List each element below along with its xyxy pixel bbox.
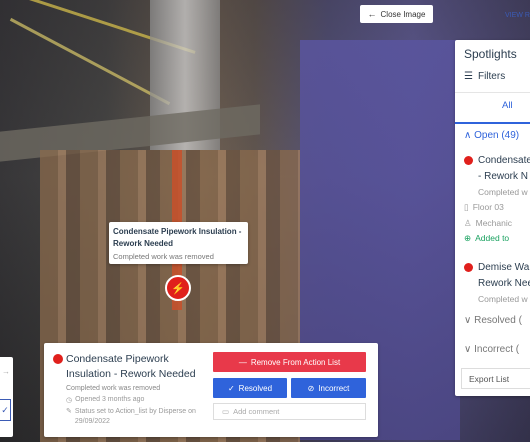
left-panel-edge: → ✓ <box>0 357 13 437</box>
export-list-button[interactable]: Export List <box>461 368 530 389</box>
open-section-toggle[interactable]: ∧ Open (49) <box>464 130 519 141</box>
floor-icon: ▯ <box>464 202 469 212</box>
item-subtitle: Completed w <box>478 187 528 197</box>
item-title-line1: Demise Wa <box>478 262 530 273</box>
minus-icon: — <box>238 357 247 367</box>
filters-label: Filters <box>477 71 506 82</box>
pin-tooltip: Condensate Pipework Insulation - Rework … <box>109 222 248 264</box>
pencil-icon: ✎ <box>66 408 72 415</box>
check-icon[interactable]: ✓ <box>0 399 11 421</box>
incorrect-section-label: Incorrect ( <box>474 344 520 355</box>
divider <box>455 92 530 93</box>
tooltip-title: Condensate Pipework Insulation - Rework … <box>113 227 242 248</box>
photo-cable <box>9 17 171 106</box>
detail-opened: ◷ Opened 3 months ago <box>66 396 144 404</box>
person-icon: ♙ <box>464 218 472 228</box>
close-image-button[interactable]: ← Close Image <box>360 5 433 23</box>
trade-text: Mechanic <box>475 218 513 228</box>
arrow-left-icon: ← <box>367 9 377 19</box>
item-title-line2: Rework Nee <box>478 278 530 289</box>
item-floor: ▯ Floor 03 <box>464 202 504 213</box>
resolved-section-label: Resolved ( <box>474 315 522 326</box>
add-comment-input[interactable]: ▭ Add comment <box>213 403 366 420</box>
item-title-line1: Condensate <box>478 155 530 166</box>
arrow-right-icon[interactable]: → <box>2 367 10 376</box>
spotlight-detail-card: Condensate Pipework Insulation - Rework … <box>44 343 378 437</box>
view-link[interactable]: VIEW R <box>505 12 530 19</box>
spotlights-title: Spotlights <box>464 47 517 61</box>
active-tab-indicator <box>455 122 530 124</box>
comment-placeholder: Add comment <box>233 407 280 416</box>
floor-text: Floor 03 <box>472 202 504 212</box>
detail-status: ✎ Status set to Action_list by Disperse … <box>66 407 206 427</box>
incorrect-button[interactable]: ⊘ Incorrect <box>291 378 366 398</box>
comment-icon: ▭ <box>222 407 230 416</box>
spotlight-pin[interactable]: ⚡ <box>165 275 191 301</box>
chevron-down-icon: ∨ <box>464 344 472 355</box>
incorrect-label: Incorrect <box>318 383 350 393</box>
chevron-up-icon: ∧ <box>464 130 472 141</box>
item-trade: ♙ Mechanic <box>464 218 512 229</box>
detail-subtitle: Completed work was removed <box>66 385 161 392</box>
resolved-section-toggle[interactable]: ∨ Resolved ( <box>464 315 522 326</box>
status-dot-icon <box>464 156 473 165</box>
tooltip-subtitle: Completed work was removed <box>113 252 214 261</box>
spotlights-panel: Spotlights ☰ Filters All ∧ Open (49) Con… <box>455 40 530 396</box>
filters-button[interactable]: ☰ Filters <box>464 71 505 82</box>
item-added: ⊕ Added to <box>464 233 509 244</box>
added-text: Added to <box>475 233 510 243</box>
open-label: Open (49) <box>474 130 520 141</box>
item-title-line2: - Rework N <box>478 171 529 182</box>
detail-title: Condensate Pipework Insulation - Rework … <box>66 353 196 380</box>
clock-icon: ◷ <box>66 397 73 404</box>
status-dot-icon <box>464 263 473 272</box>
resolved-button[interactable]: ✓ Resolved <box>213 378 287 398</box>
lightning-icon: ⚡ <box>171 282 185 295</box>
filter-icon: ☰ <box>464 71 473 82</box>
remove-label: Remove From Action List <box>250 357 341 367</box>
ban-icon: ⊘ <box>307 383 315 393</box>
plus-circle-icon: ⊕ <box>464 233 472 243</box>
remove-from-action-list-button[interactable]: — Remove From Action List <box>213 352 366 372</box>
status-text: Status set to Action_list by Disperse on… <box>74 408 196 425</box>
incorrect-section-toggle[interactable]: ∨ Incorrect ( <box>464 344 519 355</box>
check-icon: ✓ <box>227 383 235 393</box>
tab-all[interactable]: All <box>502 100 513 111</box>
resolved-label: Resolved <box>238 383 273 393</box>
item-subtitle: Completed w <box>478 294 528 304</box>
close-image-label: Close Image <box>380 9 426 19</box>
opened-text: Opened 3 months ago <box>75 396 145 403</box>
chevron-down-icon: ∨ <box>464 315 472 326</box>
status-dot-icon <box>53 354 63 364</box>
